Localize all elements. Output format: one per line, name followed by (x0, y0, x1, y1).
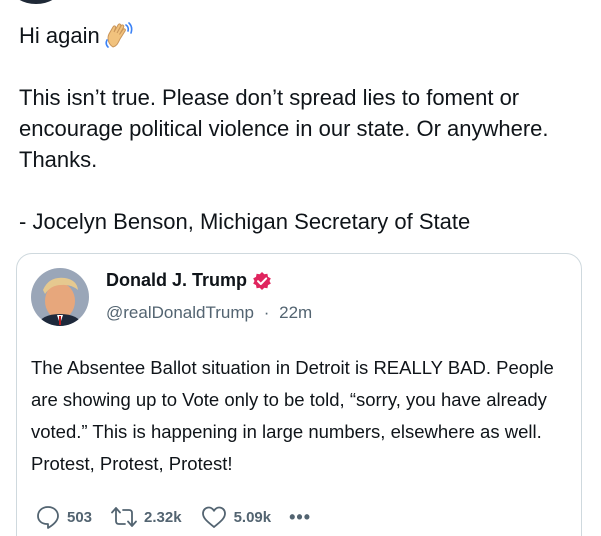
author-avatar[interactable] (12, 0, 60, 4)
waving-hand-icon (104, 21, 134, 50)
tweet-signature: - Jocelyn Benson, Michigan Secretary of … (19, 209, 471, 234)
tweet-greeting-line: Hi again (19, 20, 579, 51)
retweet-icon (111, 507, 137, 527)
quoted-action-bar: 503 2.32k 5.09k ••• (35, 504, 329, 530)
quoted-author-name[interactable]: Donald J. Trump (106, 270, 247, 291)
retweet-button[interactable]: 2.32k (110, 504, 182, 530)
like-button[interactable]: 5.09k (200, 504, 272, 530)
quoted-handle[interactable]: @realDonaldTrump (106, 303, 254, 322)
more-options-icon: ••• (289, 506, 312, 527)
quoted-avatar[interactable] (31, 268, 89, 326)
reply-button[interactable]: 503 (35, 504, 92, 530)
verified-badge-icon (252, 271, 272, 291)
reply-icon (37, 506, 59, 529)
tweet-body: Hi again This isn’t true. Please don’t s… (19, 20, 579, 237)
reply-count: 503 (67, 508, 93, 526)
quoted-timestamp[interactable]: 22m (279, 303, 312, 322)
quoted-tweet-card[interactable]: Donald J. Trump @realDonaldTrump · 22m T… (16, 253, 582, 536)
tweet-text: This isn’t true. Please don’t spread lie… (19, 85, 549, 172)
quoted-handle-row: @realDonaldTrump · 22m (106, 303, 312, 323)
more-options-button[interactable]: ••• (289, 507, 311, 528)
heart-icon (201, 506, 226, 528)
tweet-greeting: Hi again (19, 23, 100, 48)
quoted-name-row: Donald J. Trump (106, 270, 272, 291)
handle-separator: · (263, 303, 270, 322)
quoted-tweet-text: The Absentee Ballot situation in Detroit… (31, 357, 554, 474)
retweet-count: 2.32k (144, 508, 182, 526)
like-count: 5.09k (233, 508, 272, 526)
